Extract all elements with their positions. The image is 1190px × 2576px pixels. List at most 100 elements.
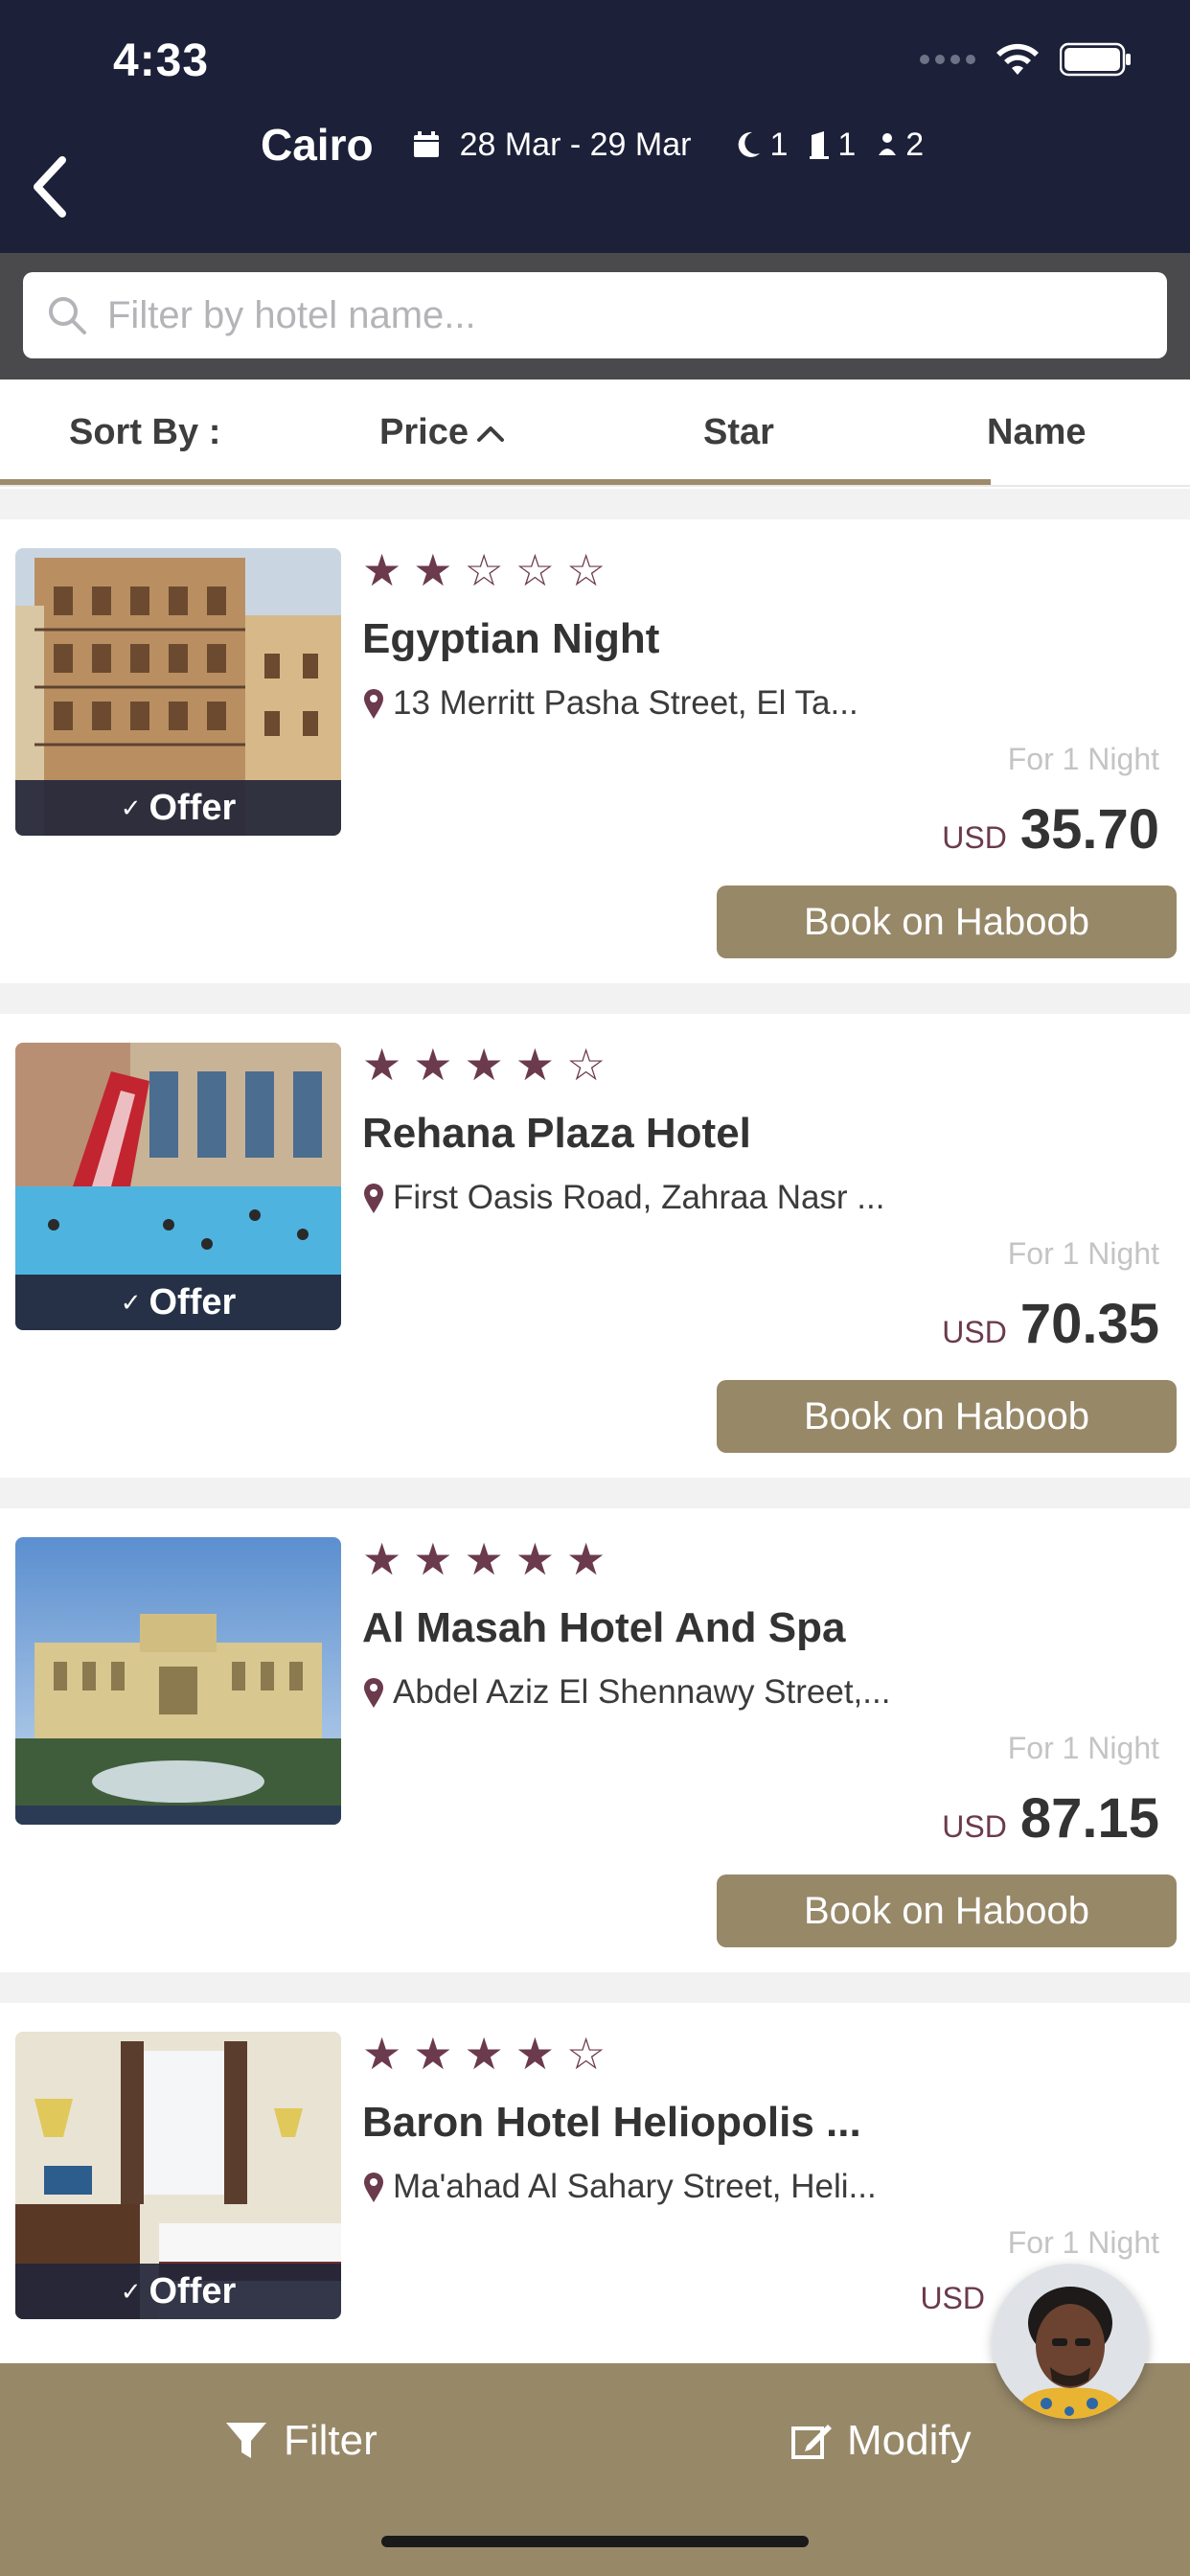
star-filled-icon: ★ <box>515 1534 555 1584</box>
star-filled-icon: ★ <box>413 545 453 595</box>
trip-summary[interactable]: Cairo 28 Mar - 29 Mar 1 1 2 <box>261 119 924 171</box>
sort-bar: Sort By : Price Star Name <box>0 380 1190 487</box>
check-icon: ✓ <box>120 793 142 822</box>
edit-icon <box>791 2425 832 2459</box>
hotel-price: USD 87.15 <box>942 1787 1159 1850</box>
avatar-image <box>993 2264 1148 2419</box>
date-range: 28 Mar - 29 Mar <box>459 126 692 163</box>
hotel-photo[interactable]: ✓ Offer <box>15 1043 341 1330</box>
chevron-left-icon <box>34 156 66 218</box>
star-filled-icon: ★ <box>362 1040 402 1090</box>
per-night-label: For 1 Night <box>1007 2225 1159 2260</box>
battery-icon <box>1060 42 1131 77</box>
per-night-label: For 1 Night <box>1007 1731 1159 1765</box>
map-pin-icon <box>364 1678 383 1708</box>
book-button[interactable]: Book on Haboob <box>717 1380 1177 1453</box>
hotel-name[interactable]: Baron Hotel Heliopolis ... <box>362 2099 861 2147</box>
hotel-price: USD 70.35 <box>942 1293 1159 1355</box>
search-icon <box>49 297 86 334</box>
hotel-name[interactable]: Egyptian Night <box>362 615 659 663</box>
support-chat-avatar[interactable] <box>993 2264 1148 2419</box>
book-button[interactable]: Book on Haboob <box>717 1874 1177 1947</box>
hotel-address: Ma'ahad Al Sahary Street, Heli... <box>362 2168 877 2206</box>
status-icons <box>920 42 1133 77</box>
booking-counts: 1 1 2 <box>735 126 924 164</box>
star-filled-icon: ★ <box>515 2029 555 2079</box>
star-filled-icon: ★ <box>464 1534 504 1584</box>
hotel-name[interactable]: Rehana Plaza Hotel <box>362 1110 751 1158</box>
star-filled-icon: ★ <box>515 1040 555 1090</box>
check-icon: ✓ <box>120 2276 142 2306</box>
sort-by-label: Sort By : <box>69 412 221 452</box>
hotel-address: 13 Merritt Pasha Street, El Ta... <box>362 684 858 723</box>
list-separator <box>0 1478 1190 1508</box>
hotel-card[interactable]: ★ ★ ★ ★ ★ Al Masah Hotel And Spa Abdel Aziz … <box>0 1508 1190 1972</box>
bottom-action-bar: Filter Modify <box>0 2363 1190 2576</box>
star-rating: ★ ★ ★ ★ ★ <box>362 1537 606 1581</box>
guests-count: 2 <box>905 126 925 163</box>
map-pin-icon <box>364 689 383 719</box>
sort-price-tab[interactable]: Price <box>379 412 505 453</box>
hotel-price: USD 35.70 <box>942 798 1159 861</box>
star-filled-icon: ★ <box>362 1534 402 1584</box>
signal-icon <box>920 55 975 64</box>
per-night-label: For 1 Night <box>1007 742 1159 776</box>
sort-name-tab[interactable]: Name <box>987 412 1087 453</box>
chevron-up-icon <box>476 426 504 442</box>
star-empty-icon: ☆ <box>566 1040 606 1090</box>
check-icon: ✓ <box>120 1287 142 1317</box>
sort-tab-indicator <box>0 479 991 485</box>
star-filled-icon: ★ <box>362 545 402 595</box>
door-icon <box>810 131 830 159</box>
star-filled-icon: ★ <box>464 2029 504 2079</box>
city-name: Cairo <box>261 120 374 170</box>
star-rating: ★ ★ ★ ★ ☆ <box>362 2032 606 2076</box>
hotel-photo[interactable]: ✓ Offer <box>15 2032 341 2319</box>
wifi-icon <box>996 43 1039 75</box>
nights-count: 1 <box>769 126 789 163</box>
star-filled-icon: ★ <box>464 1040 504 1090</box>
rooms-count: 1 <box>837 126 857 163</box>
star-empty-icon: ☆ <box>515 545 555 595</box>
hotel-name-filter-input[interactable] <box>107 293 1065 337</box>
star-filled-icon: ★ <box>413 2029 453 2079</box>
search-bar-container <box>0 253 1190 380</box>
star-rating: ★ ★ ☆ ☆ ☆ <box>362 548 606 592</box>
status-time: 4:33 <box>113 35 210 86</box>
back-button[interactable] <box>15 144 82 230</box>
offer-badge: ✓ Offer <box>15 780 341 836</box>
hotel-list: ✓ Offer ★ ★ ☆ ☆ ☆ Egyptian Night 13 Merritt P… <box>0 489 1190 2467</box>
star-empty-icon: ☆ <box>566 545 606 595</box>
hotel-card[interactable]: ✓ Offer ★ ★ ☆ ☆ ☆ Egyptian Night 13 Merritt P… <box>0 519 1190 983</box>
hotel-address: Abdel Aziz El Shennawy Street,... <box>362 1673 890 1712</box>
hotel-card[interactable]: ✓ Offer ★ ★ ★ ★ ☆ Rehana Plaza Hotel First Oa… <box>0 1014 1190 1478</box>
search-box[interactable] <box>23 272 1167 358</box>
list-separator <box>0 489 1190 519</box>
per-night-label: For 1 Night <box>1007 1236 1159 1271</box>
hotel-name[interactable]: Al Masah Hotel And Spa <box>362 1604 845 1652</box>
sort-price-label: Price <box>379 412 469 452</box>
home-indicator <box>381 2536 809 2547</box>
sort-star-tab[interactable]: Star <box>703 412 774 453</box>
map-pin-icon <box>364 1184 383 1213</box>
star-empty-icon: ☆ <box>464 545 504 595</box>
hotel-palace-image <box>15 1537 341 1825</box>
list-separator <box>0 1972 1190 2003</box>
star-empty-icon: ☆ <box>566 2029 606 2079</box>
map-pin-icon <box>364 2173 383 2202</box>
modify-button[interactable]: Modify <box>791 2417 972 2465</box>
star-rating: ★ ★ ★ ★ ☆ <box>362 1043 606 1087</box>
hotel-address: First Oasis Road, Zahraa Nasr ... <box>362 1179 884 1217</box>
star-filled-icon: ★ <box>413 1040 453 1090</box>
hotel-price: USD <box>920 2281 985 2315</box>
hotel-photo[interactable] <box>15 1537 341 1825</box>
filter-icon <box>226 2423 266 2458</box>
hotel-photo[interactable]: ✓ Offer <box>15 548 341 836</box>
offer-badge: ✓ Offer <box>15 2264 341 2319</box>
filter-button[interactable]: Filter <box>224 2417 378 2465</box>
moon-icon <box>739 131 761 157</box>
book-button[interactable]: Book on Haboob <box>717 886 1177 958</box>
app-header: 4:33 Cairo 28 Mar - 29 Mar 1 1 2 <box>0 0 1190 253</box>
list-separator <box>0 983 1190 1014</box>
star-filled-icon: ★ <box>362 2029 402 2079</box>
